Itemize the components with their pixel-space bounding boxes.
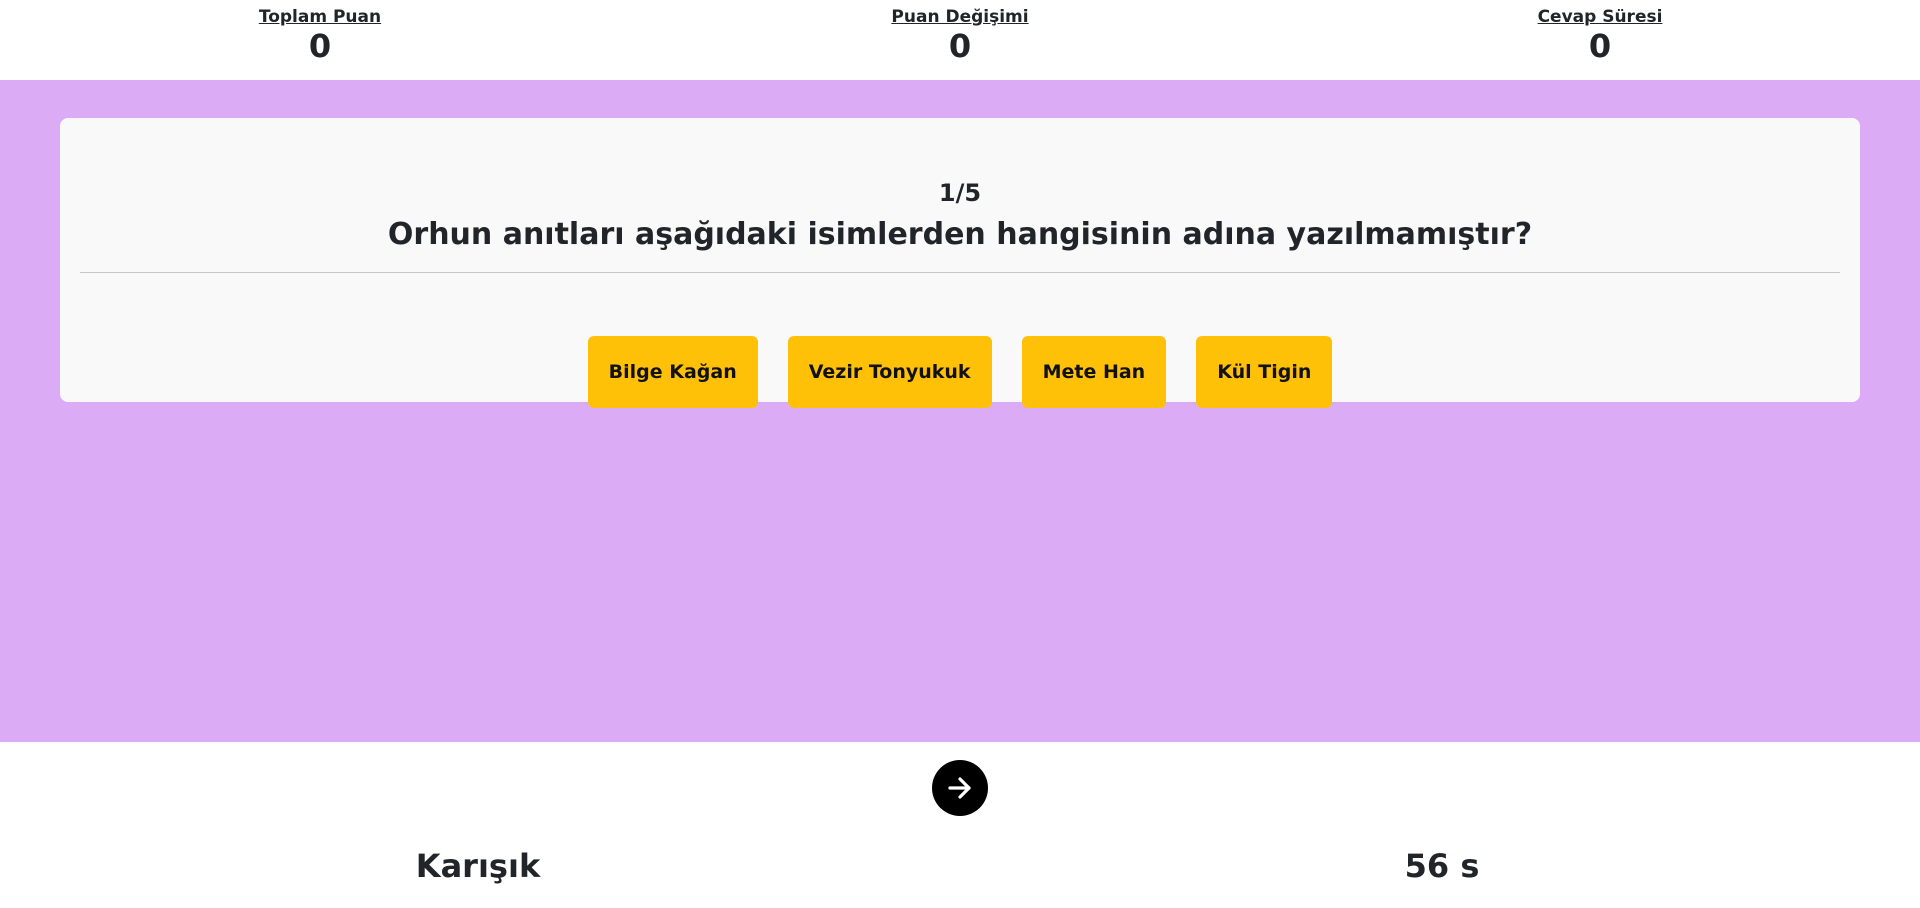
divider (80, 272, 1840, 273)
arrow-right-icon (948, 777, 971, 799)
score-change-label: Puan Değişimi (891, 7, 1029, 27)
quiz-area: 1/5 Orhun anıtları aşağıdaki isimlerden … (0, 80, 1920, 742)
option-button-2[interactable]: Vezir Tonyukuk (787, 336, 992, 408)
score-change-value: 0 (948, 27, 972, 65)
total-score-label: Toplam Puan (258, 7, 382, 27)
question-text: Orhun anıtları aşağıdaki isimlerden hang… (387, 217, 1533, 252)
category-label: Karışık (415, 847, 541, 885)
timer-label: 56 s (1404, 847, 1480, 885)
total-score-value: 0 (308, 27, 332, 65)
next-question-button[interactable] (932, 760, 988, 816)
total-score-stat: Toplam Puan 0 (120, 0, 520, 65)
question-counter: 1/5 (938, 179, 982, 207)
option-button-1[interactable]: Bilge Kağan (587, 336, 758, 408)
answer-options: Bilge Kağan Vezir Tonyukuk Mete Han Kül … (60, 336, 1860, 408)
option-button-4[interactable]: Kül Tigin (1196, 336, 1333, 408)
option-button-3[interactable]: Mete Han (1021, 336, 1167, 408)
question-card: 1/5 Orhun anıtları aşağıdaki isimlerden … (60, 118, 1860, 408)
answer-time-stat: Cevap Süresi 0 (1400, 0, 1800, 65)
score-change-stat: Puan Değişimi 0 (760, 0, 1160, 65)
stats-bar: Toplam Puan 0 Puan Değişimi 0 Cevap Süre… (0, 0, 1920, 80)
answer-time-label: Cevap Süresi (1537, 7, 1663, 27)
answer-time-value: 0 (1588, 27, 1612, 65)
